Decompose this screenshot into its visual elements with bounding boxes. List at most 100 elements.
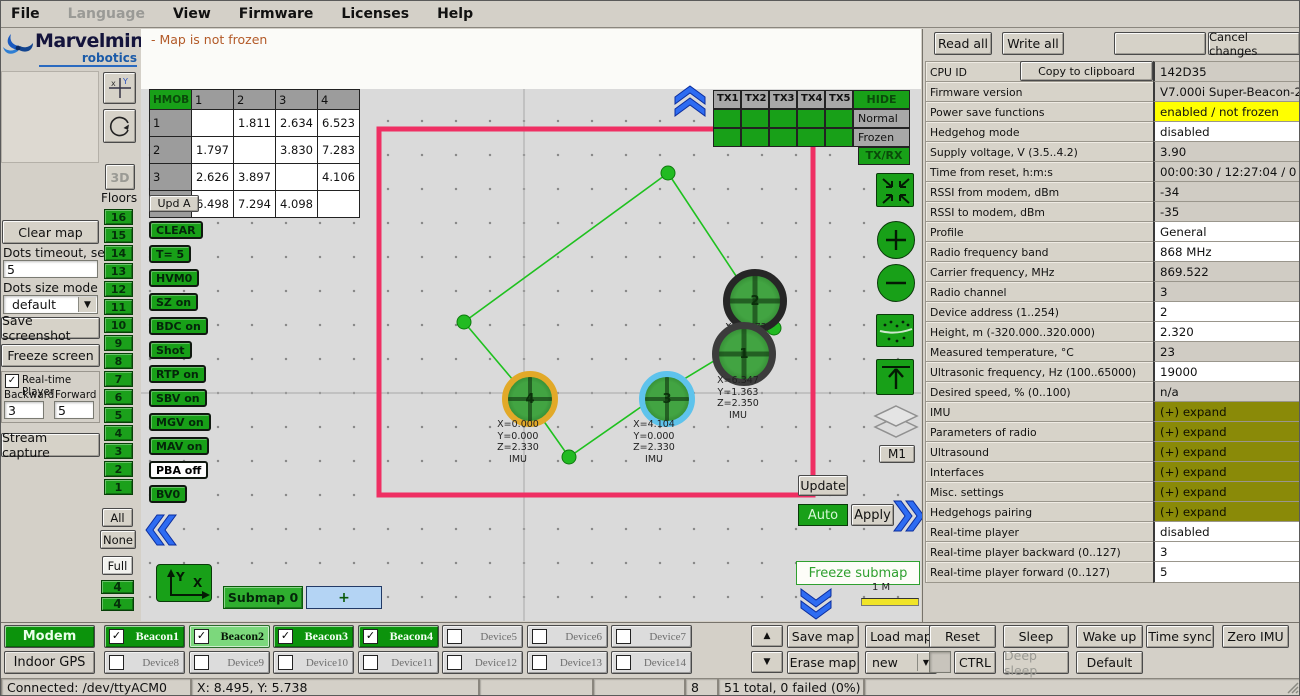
- map-toggle-bv0[interactable]: BV0: [149, 485, 187, 503]
- time-sync-button[interactable]: Time sync: [1146, 625, 1214, 648]
- tx-frozen-cell[interactable]: [769, 128, 797, 147]
- device-checkbox[interactable]: [616, 629, 631, 644]
- floor-button-5[interactable]: 5: [104, 407, 133, 423]
- map-toggle-mav-on[interactable]: MAV on: [149, 437, 209, 455]
- forward-input[interactable]: 5: [54, 401, 94, 419]
- floor-button-6[interactable]: 6: [104, 389, 133, 405]
- param-value-15[interactable]: 19000: [1153, 361, 1300, 383]
- param-value-25[interactable]: 5: [1153, 561, 1300, 583]
- waypoint-dot[interactable]: [562, 450, 576, 464]
- device-tab-beacon3[interactable]: ✓Beacon3: [273, 625, 354, 648]
- erase-map-button[interactable]: Erase map: [787, 651, 859, 674]
- device-checkbox[interactable]: ✓: [109, 629, 124, 644]
- tx-rx-button[interactable]: TX/RX: [858, 147, 910, 165]
- map-toggle-sz-on[interactable]: SZ on: [149, 293, 198, 311]
- menu-item-help[interactable]: Help: [437, 6, 473, 22]
- floors-none-button[interactable]: None: [100, 530, 136, 549]
- tx-normal-cell[interactable]: [797, 109, 825, 128]
- realtime-player-checkbox[interactable]: ✓: [5, 374, 19, 388]
- device-tab-device8[interactable]: Device8: [104, 651, 185, 674]
- floors-all-button[interactable]: All: [102, 508, 133, 527]
- floor-button-14[interactable]: 14: [104, 245, 133, 261]
- ctrl-checkbox[interactable]: [929, 651, 951, 673]
- stream-capture-button[interactable]: Stream capture: [1, 433, 100, 457]
- waypoint-dot[interactable]: [661, 166, 675, 180]
- reset-button[interactable]: Reset: [929, 625, 996, 648]
- distance-table-cell[interactable]: 1.811: [234, 110, 276, 137]
- floor-button-9[interactable]: 9: [104, 335, 133, 351]
- distance-table-cell[interactable]: 3.897: [234, 164, 276, 191]
- zoom-in-icon[interactable]: [877, 221, 915, 259]
- floor-button-12[interactable]: 12: [104, 281, 133, 297]
- tx-frozen-cell[interactable]: [713, 128, 741, 147]
- upd-a-button[interactable]: Upd A: [149, 195, 199, 212]
- floor-button-2[interactable]: 2: [104, 461, 133, 477]
- tx-frozen-cell[interactable]: [741, 128, 769, 147]
- device-checkbox[interactable]: [194, 655, 209, 670]
- device-checkbox[interactable]: [363, 655, 378, 670]
- floor-button-8[interactable]: 8: [104, 353, 133, 369]
- scroll-up-chevrons-icon[interactable]: [672, 84, 708, 118]
- param-value-9[interactable]: 868 MHz: [1153, 241, 1300, 263]
- add-submap-button[interactable]: +: [306, 586, 382, 609]
- load-map-button[interactable]: Load map: [865, 625, 937, 648]
- raise-item-icon[interactable]: [876, 359, 914, 395]
- scroll-down-chevrons-icon[interactable]: [798, 587, 834, 621]
- view-3d-button[interactable]: 3D: [105, 164, 135, 190]
- apply-button[interactable]: Apply: [851, 504, 894, 526]
- param-value-13[interactable]: 2.320: [1153, 321, 1300, 343]
- menu-item-file[interactable]: File: [11, 6, 40, 22]
- device-checkbox[interactable]: [532, 629, 547, 644]
- distance-table-cell[interactable]: [192, 110, 234, 137]
- distance-table-cell[interactable]: [276, 164, 318, 191]
- device-tab-device10[interactable]: Device10: [273, 651, 354, 674]
- menu-item-language[interactable]: Language: [68, 6, 145, 22]
- device-checkbox[interactable]: [109, 655, 124, 670]
- submap-0-button[interactable]: Submap 0: [223, 586, 303, 609]
- map-toggle-sbv-on[interactable]: SBV on: [149, 389, 207, 407]
- default-button[interactable]: Default: [1076, 651, 1143, 674]
- distance-table-cell[interactable]: [234, 137, 276, 164]
- distance-table-cell[interactable]: 3.830: [276, 137, 318, 164]
- clear-map-button[interactable]: Clear map: [2, 220, 99, 244]
- distance-table-cell[interactable]: 1.797: [192, 137, 234, 164]
- map-toggle-clear[interactable]: CLEAR: [149, 221, 203, 239]
- m1-button[interactable]: M1: [879, 445, 915, 463]
- menu-item-licenses[interactable]: Licenses: [341, 6, 409, 22]
- device-tab-device14[interactable]: Device14: [611, 651, 692, 674]
- device-checkbox[interactable]: ✓: [278, 629, 293, 644]
- scroll-left-chevrons-icon[interactable]: [144, 512, 178, 548]
- device-tab-modem[interactable]: Modem: [4, 625, 95, 648]
- param-value-19[interactable]: (+) expand: [1153, 441, 1300, 463]
- zoom-out-icon[interactable]: [877, 264, 915, 302]
- scroll-right-chevrons-icon[interactable]: [892, 498, 926, 534]
- wake-up-button[interactable]: Wake up: [1076, 625, 1143, 648]
- device-tab-device6[interactable]: Device6: [527, 625, 608, 648]
- dots-mode-icon[interactable]: [876, 314, 914, 347]
- floor-button-16[interactable]: 16: [104, 209, 133, 225]
- floor-button-13[interactable]: 13: [104, 263, 133, 279]
- resize-grip-icon[interactable]: [1286, 681, 1300, 695]
- device-tab-beacon1[interactable]: ✓Beacon1: [104, 625, 185, 648]
- floor-extra-button[interactable]: 4: [101, 580, 134, 594]
- tx-hide-button[interactable]: HIDE: [853, 90, 910, 109]
- chevron-down-icon[interactable]: ▼: [78, 297, 96, 312]
- floor-button-4[interactable]: 4: [104, 425, 133, 441]
- device-checkbox[interactable]: [532, 655, 547, 670]
- write-all-button[interactable]: Write all: [1002, 32, 1064, 55]
- tx-normal-cell[interactable]: [825, 109, 853, 128]
- waypoint-dot[interactable]: [457, 315, 471, 329]
- map-toggle-shot[interactable]: Shot: [149, 341, 192, 359]
- zero-imu-button[interactable]: Zero IMU: [1222, 625, 1289, 648]
- distance-table-cell[interactable]: 2.626: [192, 164, 234, 191]
- freeze-submap-button[interactable]: Freeze submap: [796, 561, 920, 585]
- fit-to-screen-icon[interactable]: [876, 173, 914, 207]
- backward-input[interactable]: 3: [4, 401, 44, 419]
- param-value-21[interactable]: (+) expand: [1153, 481, 1300, 503]
- map-toggle-bdc-on[interactable]: BDC on: [149, 317, 208, 335]
- param-value-23[interactable]: disabled: [1153, 521, 1300, 543]
- map-toggle-rtp-on[interactable]: RTP on: [149, 365, 206, 383]
- save-map-button[interactable]: Save map: [787, 625, 859, 648]
- layers-icon[interactable]: [873, 404, 919, 444]
- map-toggle-hvm0[interactable]: HVM0: [149, 269, 199, 287]
